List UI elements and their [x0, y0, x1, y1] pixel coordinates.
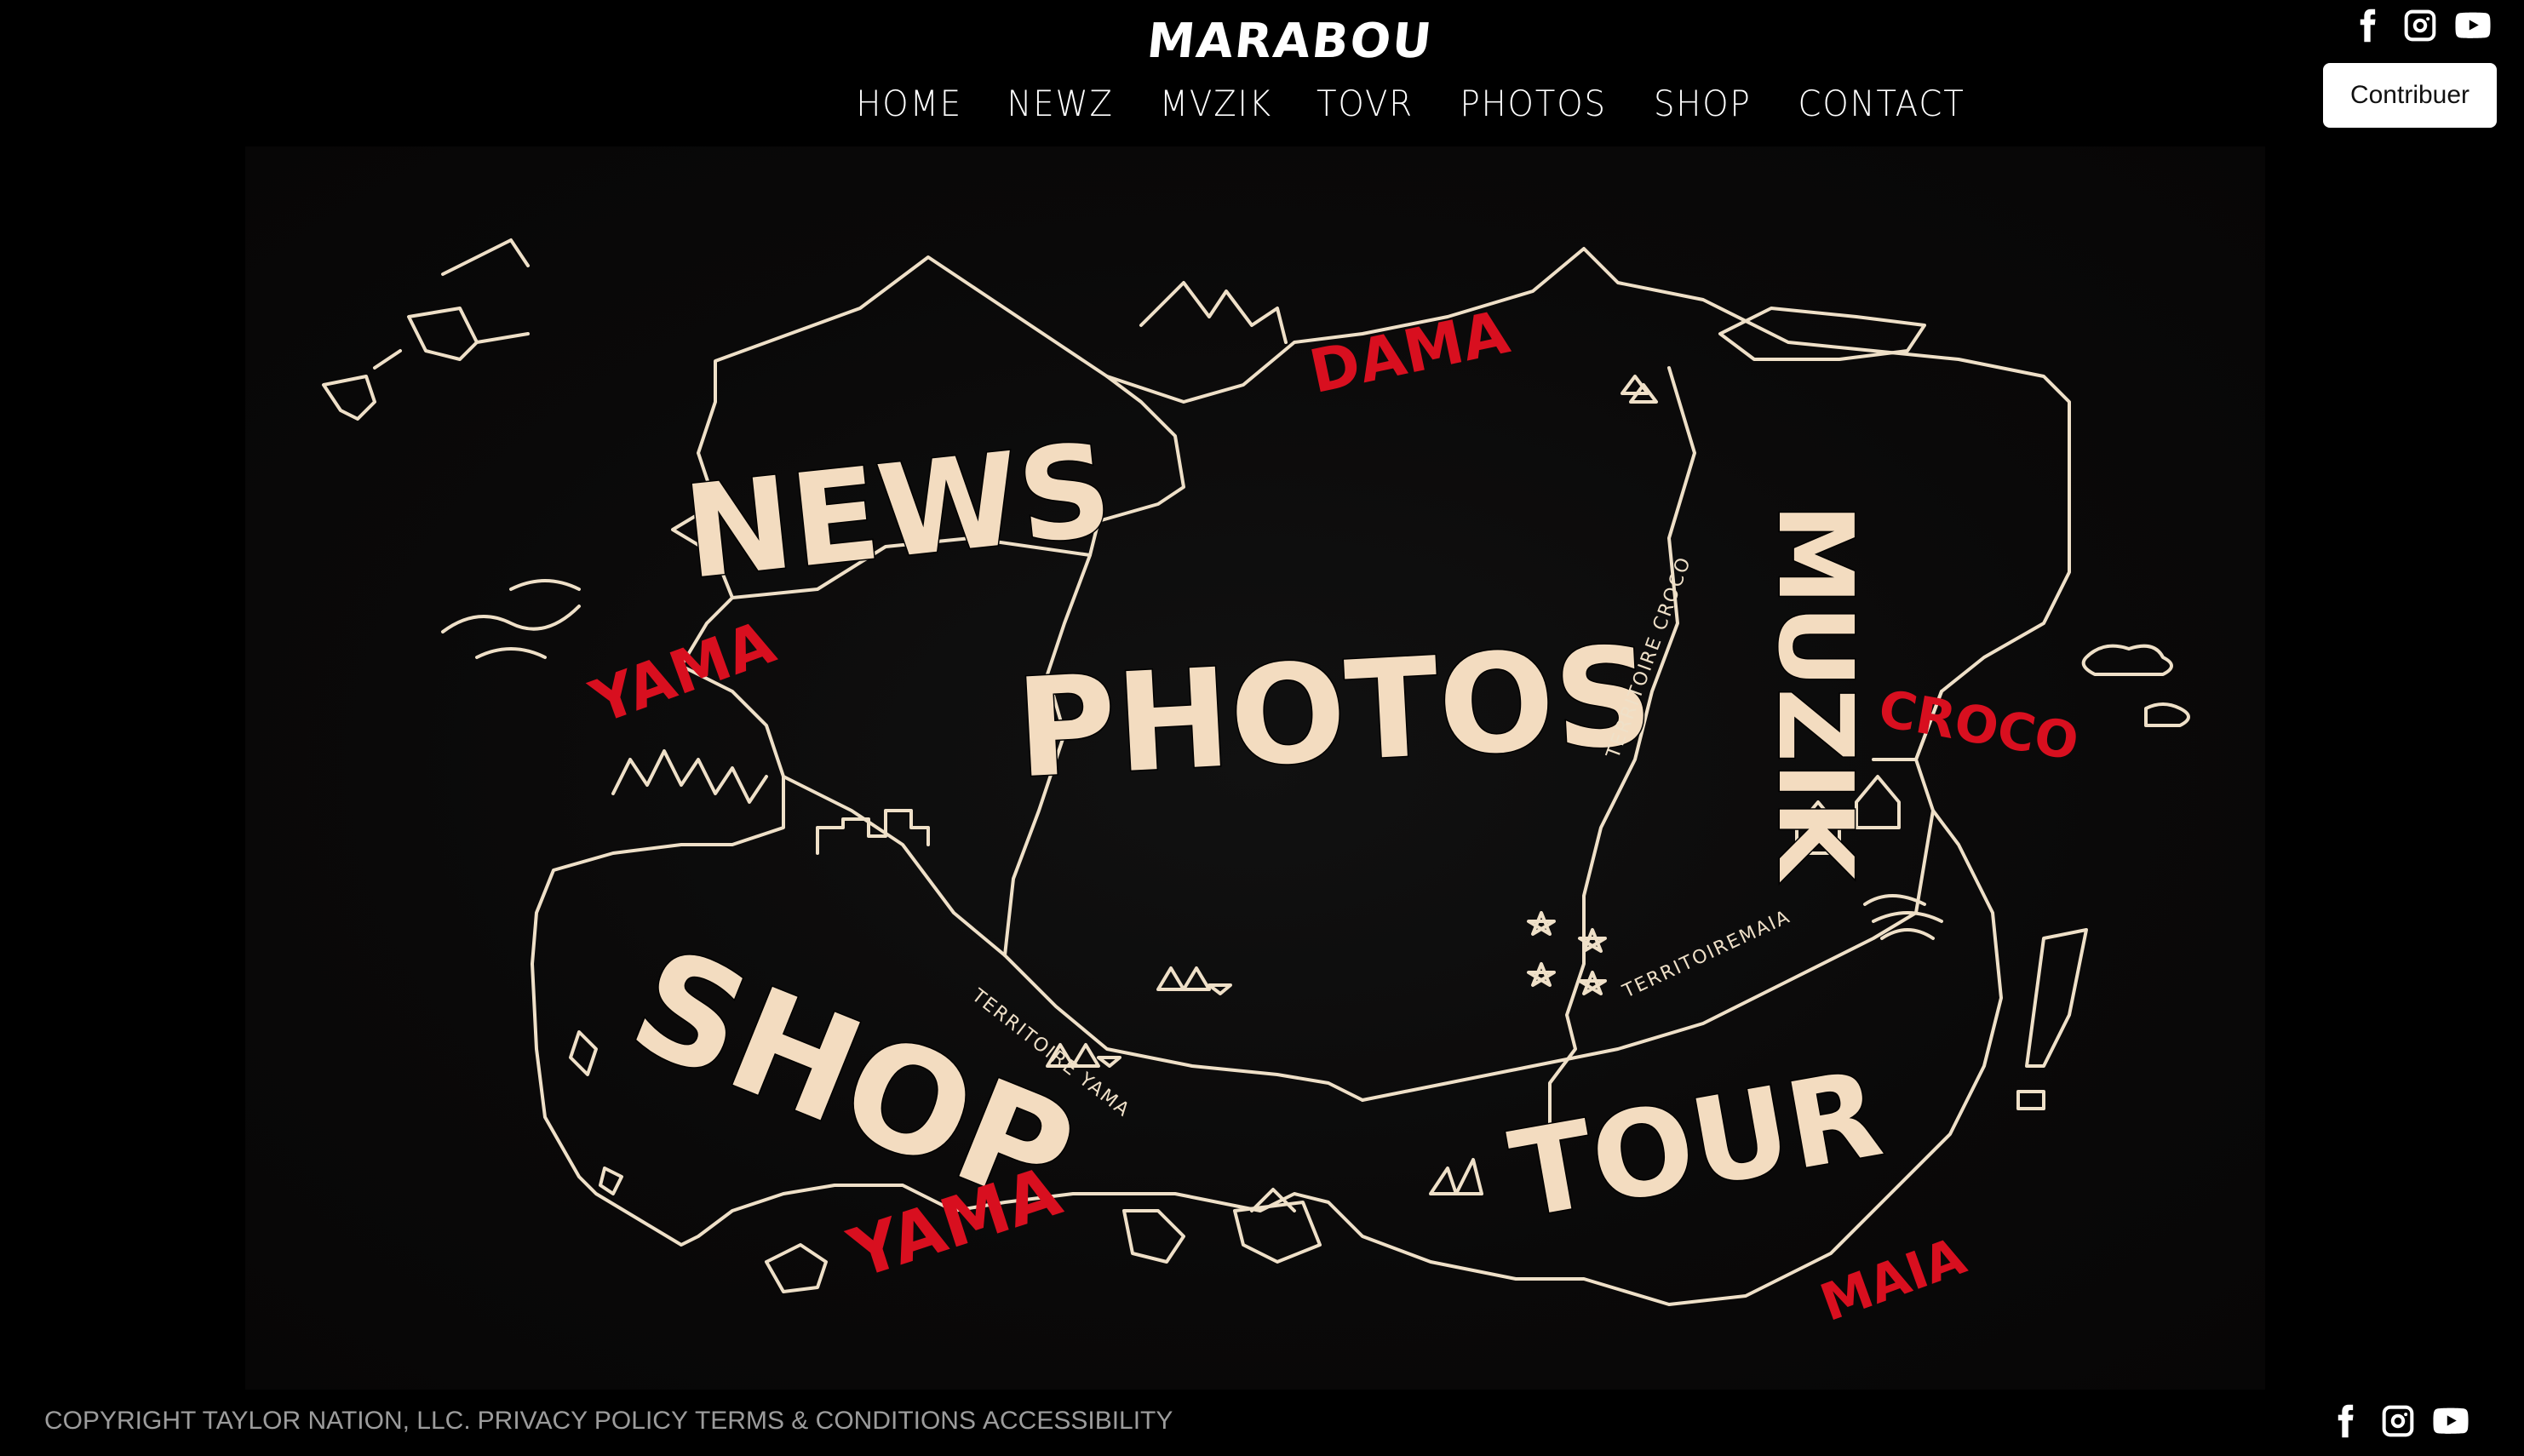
footer-privacy-link[interactable]: PRIVACY POLICY [478, 1407, 688, 1436]
lake-shape [1718, 307, 1926, 361]
footer-accessibility-link[interactable]: ACCESSIBILITY [983, 1407, 1173, 1436]
site-header: MARABOU HOME NEWZ MVZIK TOVR PHOTOS SHOP… [0, 0, 2524, 146]
waves-left [441, 579, 581, 659]
facebook-icon[interactable] [2349, 7, 2386, 44]
exclamation-island [2016, 928, 2088, 1110]
plant-icon [1429, 1158, 1483, 1195]
footer-copyright: COPYRIGHT TAYLOR NATION, LLC. [44, 1407, 471, 1435]
site-logo[interactable]: MARABOU [1144, 7, 1436, 75]
islet-3 [1233, 1201, 1322, 1264]
city-skyline [816, 809, 930, 855]
facebook-icon[interactable] [2326, 1402, 2364, 1440]
mountains-top [1139, 281, 1288, 344]
main-nav: HOME NEWZ MVZIK TOVR PHOTOS SHOP CONTACT [852, 73, 2008, 133]
region-photos[interactable]: PHOTOS [1011, 615, 1657, 810]
footer-social-links [2311, 1402, 2470, 1441]
youtube-icon[interactable] [2454, 7, 2492, 44]
label-territoire-maia: TERRITOIREMAIA [1619, 906, 1794, 1003]
territory-maia: MAIA [1813, 1226, 1974, 1333]
islet-4 [569, 1030, 598, 1076]
mountains-left [611, 749, 768, 804]
instagram-icon[interactable] [2401, 7, 2439, 44]
territory-dama: DAMA [1304, 297, 1515, 407]
stars-group [1527, 911, 1607, 995]
nav-contact[interactable]: CONTACT [1798, 83, 1965, 124]
region-tour[interactable]: TOUR [1500, 1044, 1892, 1247]
nav-shop[interactable]: SHOP [1654, 83, 1752, 124]
rain-cloud [2081, 644, 2190, 727]
islet-5 [599, 1167, 623, 1195]
instagram-icon[interactable] [2379, 1402, 2417, 1440]
site-footer: COPYRIGHT TAYLOR NATION, LLC. PRIVACY PO… [0, 1390, 2524, 1456]
nav-tovr[interactable]: TOVR [1316, 83, 1414, 124]
territory-yama-top: YAMA [582, 607, 784, 737]
region-muzik[interactable]: MUZIK [1754, 502, 1875, 885]
islet-2 [1122, 1209, 1185, 1264]
footer-links: COPYRIGHT TAYLOR NATION, LLC. PRIVACY PO… [44, 1407, 1179, 1436]
map-area: NEWS PHOTOS MUZIK SHOP TOUR DAMA YAMA YA… [0, 146, 2524, 1390]
youtube-icon[interactable] [2432, 1402, 2470, 1440]
footer-terms-link[interactable]: TERMS & CONDITIONS [695, 1407, 976, 1436]
region-news[interactable]: NEWS [677, 415, 1120, 609]
islet-1 [765, 1243, 828, 1293]
nav-home[interactable]: HOME [856, 83, 962, 124]
nav-photos[interactable]: PHOTOS [1460, 83, 1607, 124]
trees-icon [1621, 375, 1658, 404]
header-social-links [2333, 7, 2492, 44]
nav-newz[interactable]: NEWZ [1007, 83, 1114, 124]
nav-mvzik[interactable]: MVZIK [1159, 83, 1271, 124]
figures-drawing [322, 238, 530, 421]
illustrated-map: NEWS PHOTOS MUZIK SHOP TOUR DAMA YAMA YA… [322, 238, 2190, 1333]
triangles-photos [1156, 966, 1232, 995]
contribute-button[interactable]: Contribuer [2323, 63, 2497, 128]
waves-right [1863, 894, 1943, 940]
